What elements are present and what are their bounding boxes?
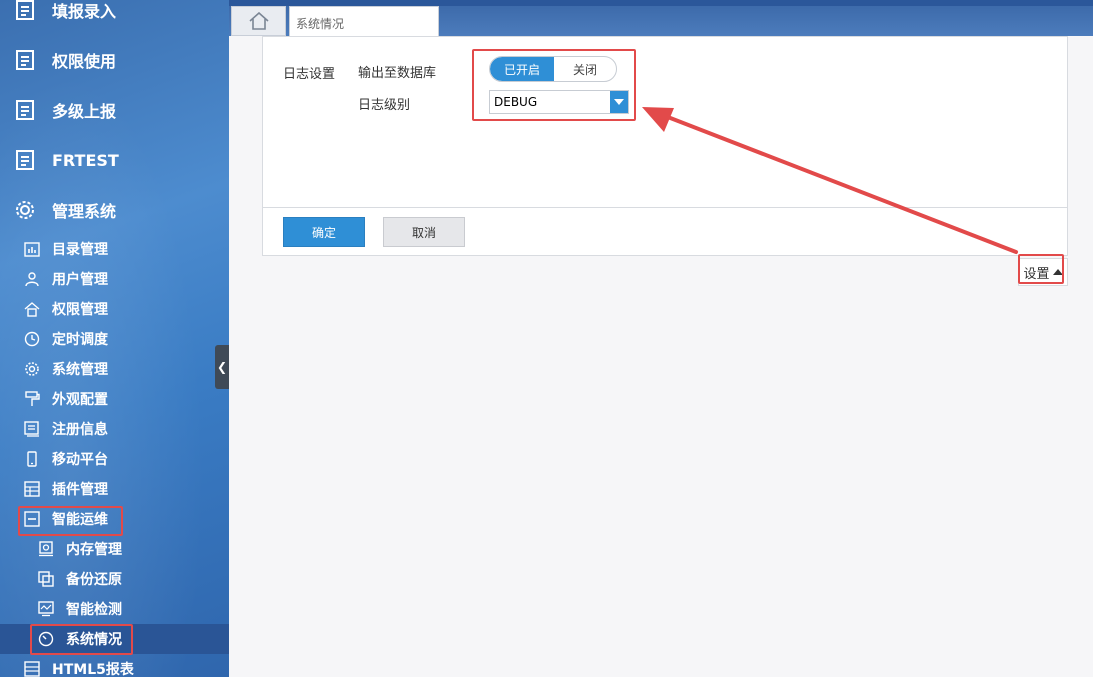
clock-icon [24, 331, 40, 347]
annotation-box-system-status [30, 624, 133, 655]
sidebar-item-permissions[interactable]: 权限管理 [0, 294, 229, 324]
sidebar-item-label: 权限管理 [52, 302, 108, 318]
sidebar-item-label: 权限使用 [52, 52, 117, 71]
log-level-label: 日志级别 [358, 98, 411, 113]
sidebar-item-label: 移动平台 [52, 452, 108, 468]
sidebar-item-label: 多级上报 [52, 102, 117, 121]
sidebar-item-users[interactable]: 用户管理 [0, 264, 229, 294]
report-icon [16, 50, 34, 70]
mobile-icon [27, 451, 37, 467]
sidebar-item-registration[interactable]: 注册信息 [0, 414, 229, 444]
chevron-left-icon: ❮ [216, 360, 228, 374]
cancel-button[interactable]: 取消 [383, 217, 465, 247]
log-settings-panel: 日志设置 输出至数据库 已开启 关闭 日志级别 DEBUG 确定 取消 [262, 36, 1068, 256]
annotation-box-log-controls [472, 49, 636, 121]
report-icon [16, 150, 34, 170]
sidebar-item-backup[interactable]: 备份还原 [0, 564, 229, 594]
sidebar-item-management-system[interactable]: 管理系统 [0, 185, 229, 235]
sidebar-item-label: 外观配置 [52, 392, 108, 408]
sidebar-item-label: 智能检测 [66, 602, 122, 618]
report-icon [16, 100, 34, 120]
divider [263, 207, 1067, 208]
user-icon [25, 272, 39, 287]
sidebar-item-label: 目录管理 [52, 242, 108, 258]
home-icon [248, 12, 269, 30]
sidebar-item-label: 备份还原 [66, 572, 122, 588]
sidebar-item-label: HTML5报表 [52, 662, 134, 677]
sidebar-item-fill-entry[interactable]: 填报录入 [0, 0, 229, 35]
sidebar-item-label: 系统管理 [52, 362, 108, 378]
memory-icon [39, 541, 53, 557]
sidebar-item-directory[interactable]: 目录管理 [0, 234, 229, 264]
tab-system-status[interactable]: 系统情况 [289, 6, 439, 36]
paint-roller-icon [25, 391, 40, 406]
sidebar-item-label: 插件管理 [52, 482, 108, 498]
document-icon [24, 421, 39, 437]
sidebar-item-label: FRTEST [52, 150, 119, 170]
tab-bar: 系统情况 [229, 0, 1093, 36]
sidebar-item-permission-use[interactable]: 权限使用 [0, 35, 229, 85]
log-settings-label: 日志设置 [283, 67, 336, 82]
sidebar: 填报录入 权限使用 多级上报 FRTEST 管理系统 目录管理 用户管理 权限管… [0, 0, 229, 677]
sidebar-item-frtest[interactable]: FRTEST [0, 135, 229, 185]
sidebar-item-label: 管理系统 [52, 202, 117, 221]
sidebar-item-smart-detect[interactable]: 智能检测 [0, 594, 229, 624]
annotation-box-settings [1018, 254, 1064, 284]
sidebar-item-appearance[interactable]: 外观配置 [0, 384, 229, 414]
backup-icon [38, 571, 54, 587]
sidebar-item-multi-report[interactable]: 多级上报 [0, 85, 229, 135]
sidebar-item-memory[interactable]: 内存管理 [0, 534, 229, 564]
sidebar-item-system-management[interactable]: 系统管理 [0, 354, 229, 384]
output-db-label: 输出至数据库 [358, 66, 437, 81]
sidebar-item-mobile[interactable]: 移动平台 [0, 444, 229, 474]
tab-home[interactable] [231, 6, 286, 36]
annotation-box-smart-ops [18, 506, 123, 536]
sidebar-item-label: 定时调度 [52, 332, 108, 348]
chart-icon [24, 242, 40, 257]
report-icon [16, 0, 34, 20]
sidebar-item-plugins[interactable]: 插件管理 [0, 474, 229, 504]
sidebar-collapse-button[interactable]: ❮ [215, 345, 229, 389]
gear-icon [25, 362, 39, 376]
sidebar-item-label: 填报录入 [52, 2, 117, 21]
sidebar-item-schedule[interactable]: 定时调度 [0, 324, 229, 354]
sidebar-item-label: 注册信息 [52, 422, 108, 438]
confirm-button[interactable]: 确定 [283, 217, 365, 247]
monitor-icon [38, 601, 54, 617]
lock-icon [24, 302, 40, 317]
grid-icon [24, 481, 40, 497]
main-content: 日志设置 输出至数据库 已开启 关闭 日志级别 DEBUG 确定 取消 设置 [229, 36, 1093, 677]
sidebar-item-label: 用户管理 [52, 272, 108, 288]
sidebar-item-html5-report[interactable]: HTML5报表 [0, 654, 229, 677]
sidebar-item-label: 内存管理 [66, 542, 122, 558]
grid-icon [24, 661, 40, 677]
gear-icon [16, 201, 34, 219]
